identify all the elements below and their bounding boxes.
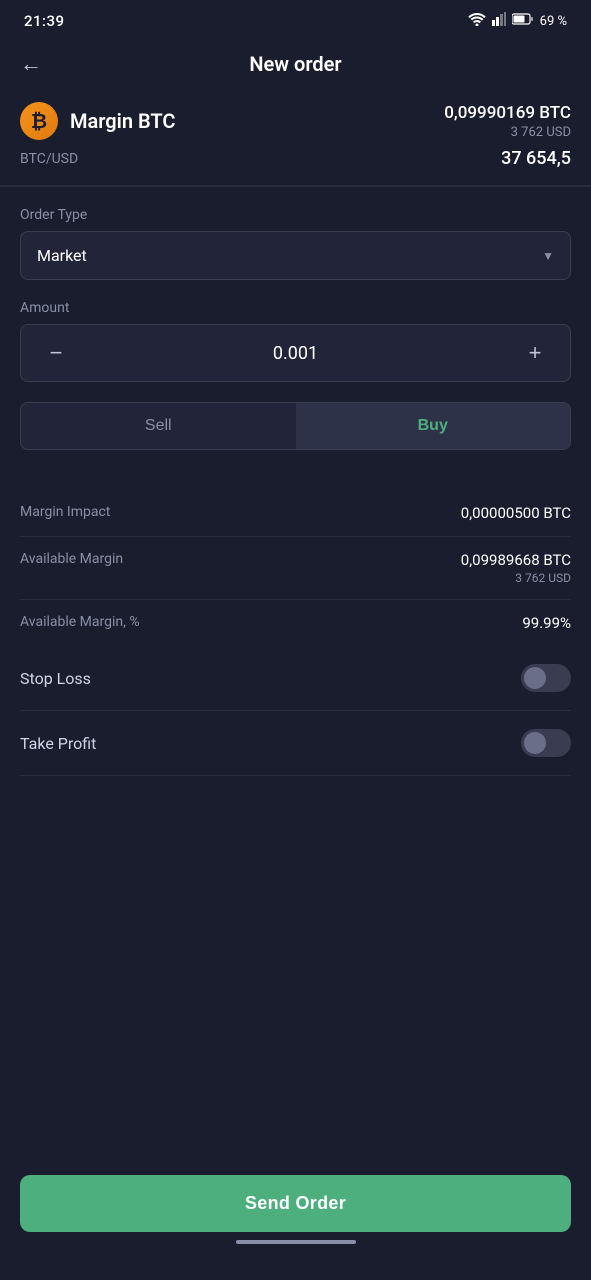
coin-name: Margin BTC bbox=[70, 109, 176, 133]
order-type-select[interactable]: Market ▼ bbox=[20, 231, 571, 280]
wifi-icon bbox=[468, 12, 486, 30]
info-section: Margin Impact 0,00000500 BTC Available M… bbox=[0, 490, 591, 646]
pair-row: BTC/USD 37 654,5 bbox=[20, 148, 571, 169]
coin-icon: ₿ bbox=[20, 102, 58, 140]
battery-percentage: 69 % bbox=[540, 14, 567, 29]
amount-stepper: − 0.001 + bbox=[20, 324, 571, 382]
status-time: 21:39 bbox=[24, 12, 65, 30]
buy-button[interactable]: Buy bbox=[296, 403, 571, 449]
home-indicator bbox=[20, 1240, 571, 1244]
amount-value: 0.001 bbox=[91, 343, 500, 364]
available-margin-pct: 99.99% bbox=[522, 614, 571, 632]
home-bar bbox=[236, 1240, 356, 1244]
toggles-section: Stop Loss Take Profit bbox=[0, 646, 591, 776]
buy-sell-toggle: Sell Buy bbox=[20, 402, 571, 450]
send-order-button[interactable]: Send Order bbox=[20, 1175, 571, 1232]
increment-button[interactable]: + bbox=[500, 325, 570, 381]
available-margin-pct-row: Available Margin, % 99.99% bbox=[20, 600, 571, 646]
pair-price: 37 654,5 bbox=[501, 148, 571, 169]
margin-impact-value: 0,00000500 BTC bbox=[461, 504, 571, 522]
available-margin-value: 0,09989668 BTC 3 762 USD bbox=[461, 551, 571, 585]
take-profit-row: Take Profit bbox=[20, 711, 571, 776]
available-margin-pct-value: 99.99% bbox=[522, 614, 571, 632]
stop-loss-toggle[interactable] bbox=[521, 664, 571, 692]
status-icons: 69 % bbox=[468, 12, 567, 30]
take-profit-toggle[interactable] bbox=[521, 729, 571, 757]
stop-loss-row: Stop Loss bbox=[20, 646, 571, 711]
back-button[interactable]: ← bbox=[20, 51, 42, 77]
page-title: New order bbox=[249, 52, 341, 76]
amount-label: Amount bbox=[20, 300, 571, 316]
take-profit-thumb bbox=[524, 732, 546, 754]
margin-impact-label: Margin Impact bbox=[20, 504, 110, 520]
bottom-area: Send Order bbox=[0, 1159, 591, 1280]
available-margin-row: Available Margin 0,09989668 BTC 3 762 US… bbox=[20, 537, 571, 600]
coin-info-section: ₿ Margin BTC 0,09990169 BTC 3 762 USD BT… bbox=[0, 92, 591, 186]
order-type-value: Market bbox=[37, 246, 87, 265]
available-margin-pct-label: Available Margin, % bbox=[20, 614, 140, 630]
balance-usd: 3 762 USD bbox=[444, 125, 571, 140]
battery-icon bbox=[512, 13, 534, 29]
order-type-label: Order Type bbox=[20, 207, 571, 223]
page-header: ← New order bbox=[0, 38, 591, 92]
coin-row: ₿ Margin BTC 0,09990169 BTC 3 762 USD bbox=[20, 102, 571, 140]
status-bar: 21:39 69 % bbox=[0, 0, 591, 38]
decrement-button[interactable]: − bbox=[21, 325, 91, 381]
form-section: Order Type Market ▼ Amount − 0.001 + bbox=[0, 187, 591, 382]
margin-impact-row: Margin Impact 0,00000500 BTC bbox=[20, 490, 571, 537]
bottom-spacer bbox=[0, 776, 591, 896]
coin-name-group: ₿ Margin BTC bbox=[20, 102, 176, 140]
buy-sell-section: Sell Buy bbox=[0, 402, 591, 490]
coin-balance: 0,09990169 BTC 3 762 USD bbox=[444, 103, 571, 140]
sell-button[interactable]: Sell bbox=[21, 403, 296, 449]
available-margin-usd: 3 762 USD bbox=[461, 571, 571, 585]
stop-loss-thumb bbox=[524, 667, 546, 689]
margin-impact-btc: 0,00000500 BTC bbox=[461, 504, 571, 522]
stop-loss-label: Stop Loss bbox=[20, 669, 91, 688]
chevron-down-icon: ▼ bbox=[542, 249, 554, 263]
take-profit-label: Take Profit bbox=[20, 734, 96, 753]
stop-loss-track bbox=[521, 664, 571, 692]
balance-btc: 0,09990169 BTC bbox=[444, 103, 571, 123]
btc-symbol: ₿ bbox=[31, 109, 47, 134]
signal-icon bbox=[492, 12, 506, 30]
available-margin-btc: 0,09989668 BTC bbox=[461, 551, 571, 569]
take-profit-track bbox=[521, 729, 571, 757]
available-margin-label: Available Margin bbox=[20, 551, 123, 567]
pair-label: BTC/USD bbox=[20, 151, 78, 167]
